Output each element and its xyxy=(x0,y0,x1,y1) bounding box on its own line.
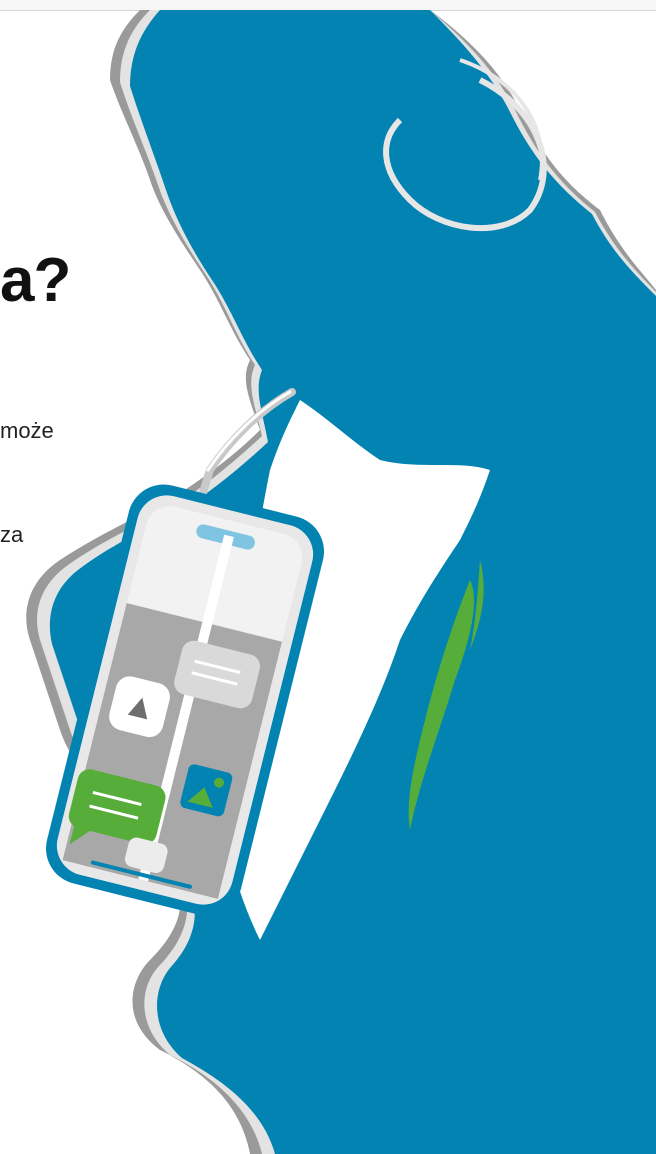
page-heading: a? xyxy=(0,246,71,315)
body-text-line-2: za xyxy=(0,522,24,547)
woman-drinking-from-phone-illustration xyxy=(26,10,656,1154)
heading-fragment: a? xyxy=(0,246,71,315)
body-text-line-1: może xyxy=(0,418,54,443)
